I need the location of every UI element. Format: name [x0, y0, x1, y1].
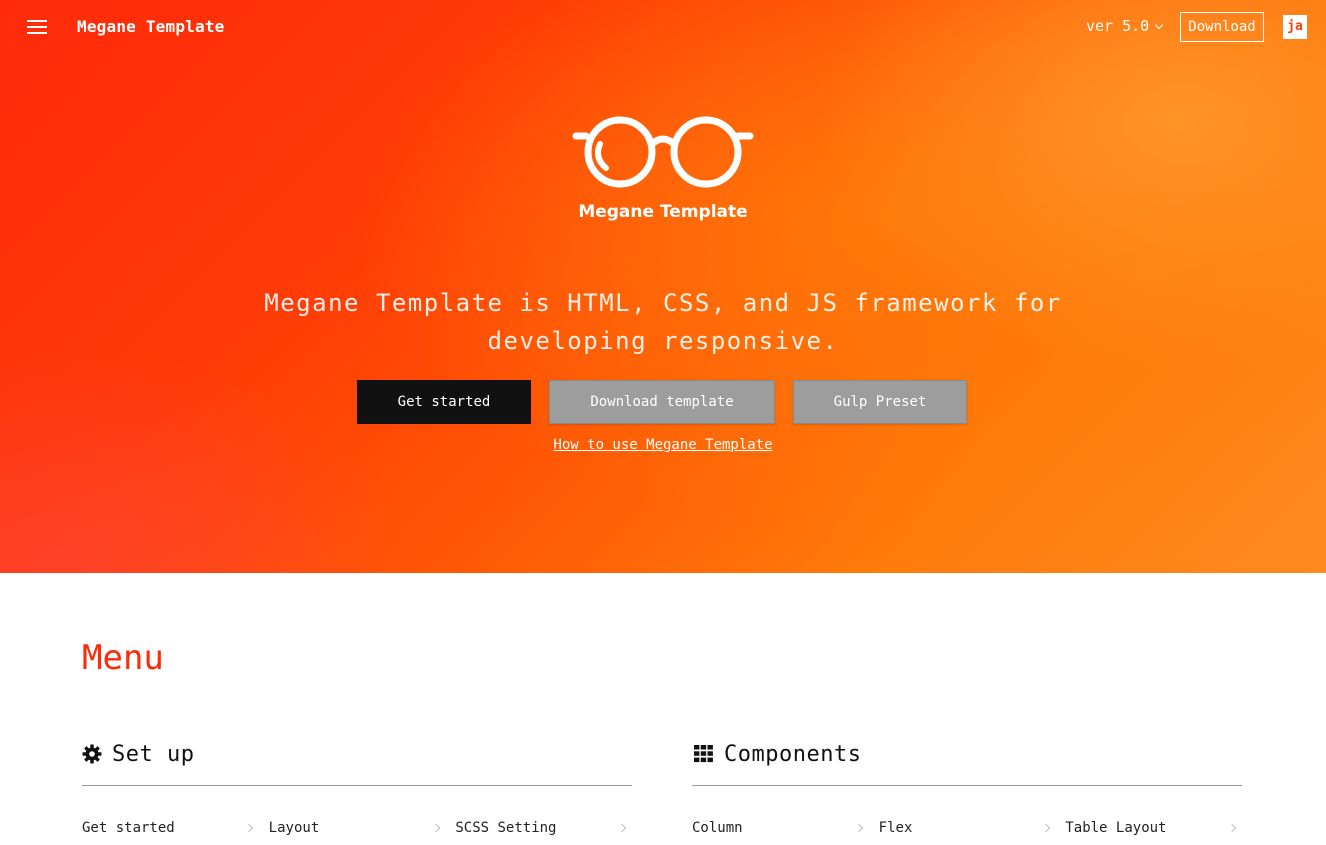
header-download-button[interactable]: Download — [1180, 12, 1264, 42]
setup-category: Set up Get started Layout SCSS Setting — [82, 740, 632, 836]
menu-link-label: Layout — [268, 820, 320, 836]
menu-link-label: Column — [692, 820, 743, 836]
download-template-button[interactable]: Download template — [549, 380, 775, 424]
hamburger-bar — [27, 32, 47, 34]
how-to-use-link[interactable]: How to use Megane Template — [0, 437, 1326, 453]
chevron-right-icon — [431, 823, 440, 833]
chevron-right-icon — [1228, 823, 1237, 833]
chevron-right-icon — [618, 823, 627, 833]
menu-link-column[interactable]: Column — [692, 820, 879, 836]
divider — [82, 785, 632, 786]
glasses-logo-icon — [572, 116, 754, 188]
divider — [692, 785, 1242, 786]
hamburger-bar — [27, 26, 47, 28]
gulp-preset-button[interactable]: Gulp Preset — [793, 380, 967, 424]
menu-link-label: Flex — [878, 820, 913, 836]
get-started-button[interactable]: Get started — [357, 380, 531, 424]
chevron-down-icon — [1154, 20, 1164, 30]
brand-title[interactable]: Megane Template — [77, 17, 225, 36]
category-links: Column Flex Table Layout — [692, 820, 1252, 836]
menu-link-get-started[interactable]: Get started — [82, 820, 269, 836]
chevron-right-icon — [244, 823, 254, 833]
hamburger-bar — [27, 20, 47, 22]
chevron-right-icon — [854, 823, 864, 833]
category-title: Set up — [112, 741, 195, 767]
menu-link-label: Table Layout — [1065, 820, 1167, 836]
category-header: Set up — [82, 740, 632, 768]
menu-link-label: Get started — [82, 820, 175, 836]
category-title: Components — [724, 741, 862, 767]
components-category: Components Column Flex Table Layout — [692, 740, 1242, 836]
language-switch-button[interactable]: ja — [1283, 15, 1307, 39]
menu-link-flex[interactable]: Flex — [879, 820, 1066, 836]
menu-link-label: SCSS Setting — [455, 820, 557, 836]
grid-icon — [694, 745, 713, 763]
version-selector[interactable]: ver 5.0 — [1086, 17, 1164, 35]
gear-icon — [82, 744, 102, 764]
menu-link-table-layout[interactable]: Table Layout — [1065, 820, 1252, 836]
hero-section: Megane Template ver 5.0 Download ja Mega… — [0, 0, 1326, 573]
menu-link-scss-setting[interactable]: SCSS Setting — [455, 820, 642, 836]
hero-tagline: Megane Template is HTML, CSS, and JS fra… — [264, 289, 1062, 355]
category-links: Get started Layout SCSS Setting — [82, 820, 642, 836]
version-label: ver 5.0 — [1086, 17, 1150, 35]
chevron-right-icon — [1041, 823, 1050, 833]
logo-text: Megane Template — [578, 202, 748, 222]
menu-section-title: Menu — [82, 638, 164, 678]
category-header: Components — [692, 740, 1242, 768]
hamburger-menu-icon[interactable] — [27, 19, 47, 35]
menu-link-layout[interactable]: Layout — [269, 820, 456, 836]
